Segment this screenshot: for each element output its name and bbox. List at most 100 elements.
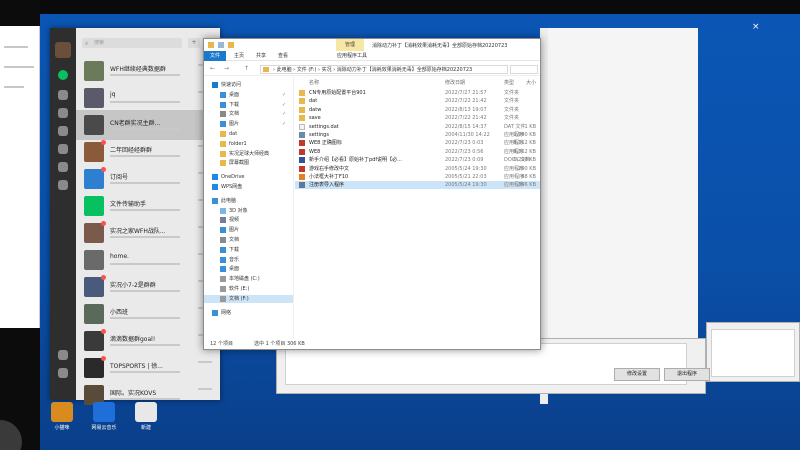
column-size[interactable]: 大小 [526, 79, 536, 86]
nav-item[interactable]: folder1 [204, 140, 293, 148]
nav-item[interactable]: 下载 [204, 246, 293, 254]
forward-button[interactable]: → [224, 65, 229, 72]
column-date[interactable]: 修改日期 [445, 79, 465, 86]
desktop-icon[interactable]: 小猫咪 [47, 402, 77, 431]
nav-item[interactable]: dat [204, 130, 293, 138]
file-icon [299, 123, 305, 130]
tab-home[interactable]: 主页 [230, 51, 248, 61]
nav-icon [220, 121, 226, 128]
search-feature-icon[interactable] [58, 180, 68, 190]
chat-list-item[interactable]: 实况小7-2是群群 [76, 272, 220, 302]
files-icon[interactable] [58, 126, 68, 136]
nav-item[interactable]: 图片 [204, 226, 293, 234]
modify-settings-button[interactable]: 修改设置 [614, 368, 660, 381]
close-icon[interactable]: × [752, 22, 760, 32]
nav-item[interactable]: OneDrive [204, 173, 293, 181]
tab-manage[interactable]: 管理 [336, 39, 364, 51]
nav-item[interactable]: WPS网盘 [204, 183, 293, 191]
file-row[interactable]: 小法框大补丁F10 2005/5/21 22:03 应用程序 88 KB [295, 173, 540, 181]
nav-item[interactable]: 音乐 [204, 256, 293, 264]
chat-list-item[interactable]: jq [76, 83, 220, 113]
nav-item-label: 文档 (F:) [229, 295, 249, 302]
file-row[interactable]: 新手介绍【必看】原始补丁pdf说明【必... 2022/7/23 0:09 DOCX… [295, 156, 540, 164]
nav-item[interactable]: 网络 [204, 309, 293, 317]
avatar[interactable] [55, 42, 71, 58]
moments-icon[interactable] [58, 144, 68, 154]
file-icon [299, 148, 305, 155]
nav-item[interactable]: 快速访问 [204, 81, 293, 89]
file-row[interactable]: 注册表导入程序 2005/5/24 19:30 应用程序 306 KB [295, 181, 540, 190]
file-row[interactable]: CN专用原始配置平台901 2022/7/27 21:57 文件夹 [295, 89, 540, 97]
file-row[interactable]: WE8 2022/7/23 0:56 应用程序 8,312 KB [295, 148, 540, 156]
chat-list-item[interactable]: 订阅号 [76, 164, 220, 194]
avatar [84, 223, 104, 243]
exit-program-button[interactable]: 退出程序 [664, 368, 710, 381]
nav-item[interactable]: 本地磁盘 (C:) [204, 275, 293, 283]
up-button[interactable]: ↑ [244, 65, 249, 72]
tab-app-tools[interactable]: 应用程序工具 [334, 51, 370, 61]
nav-item[interactable]: 下载 ✓ [204, 101, 293, 109]
channels-icon[interactable] [58, 162, 68, 172]
file-date: 2004/11/30 14:22 [445, 132, 490, 138]
chat-list-item[interactable]: 滴滴数据群goal! [76, 326, 220, 356]
file-row[interactable]: settings 2004/11/30 14:22 应用程序 1,980 KB [295, 131, 540, 139]
file-type: 文件夹 [504, 106, 520, 113]
chat-list-item[interactable]: WFH继续经典数据群 [76, 56, 220, 86]
file-name: settings.dat [309, 123, 339, 130]
chat-list-item[interactable]: 实况之家WFH战队... [76, 218, 220, 248]
nav-item[interactable]: 桌面 ✓ [204, 91, 293, 99]
file-row[interactable]: settings.dat 2022/8/15 14:37 DAT 文件 1 KB [295, 123, 540, 131]
nav-item[interactable]: 此电脑 [204, 197, 293, 205]
tab-file[interactable]: 文件 [204, 51, 226, 61]
column-name[interactable]: 名称 [309, 79, 319, 86]
folder-icon [208, 42, 214, 48]
file-row[interactable]: 游戏右手修改中文 2005/5/24 19:30 应用程序 200 KB [295, 165, 540, 173]
nav-icon [212, 309, 218, 316]
add-chat-button[interactable]: + [188, 38, 200, 48]
chat-icon[interactable] [58, 70, 68, 80]
search-input[interactable]: ⌕ 搜索 [82, 38, 182, 48]
desktop-icon[interactable]: 新建 [131, 402, 161, 431]
nav-item[interactable]: 文档 (F:) [204, 294, 293, 303]
chat-list-item[interactable]: 文件传输助手 [76, 191, 220, 221]
nav-icon [220, 266, 226, 273]
file-row[interactable]: WE8 正确图标 2022/7/23 0:03 应用程序 8,312 KB [295, 139, 540, 147]
file-size: 8,312 KB [513, 148, 536, 155]
file-row[interactable]: save 2022/7/22 21:42 文件夹 [295, 114, 540, 122]
contacts-icon[interactable] [58, 90, 68, 100]
file-row[interactable]: dat 2022/7/22 21:42 文件夹 [295, 97, 540, 105]
nav-item-label: 网络 [221, 309, 232, 316]
file-date: 2005/5/24 19:30 [445, 165, 487, 172]
nav-item[interactable]: 文档 [204, 236, 293, 244]
nav-item[interactable]: 实况足球大师经典 [204, 150, 293, 158]
nav-item[interactable]: 视频 [204, 216, 293, 224]
chat-list-item[interactable]: 二年回经经群群 [76, 137, 220, 167]
chat-preview [110, 263, 180, 265]
new-folder-icon[interactable] [228, 42, 234, 48]
properties-icon[interactable] [218, 42, 224, 48]
nav-item[interactable]: 桌面 [204, 265, 293, 273]
menu-icon[interactable] [58, 368, 68, 378]
nav-item[interactable]: 图片 ✓ [204, 120, 293, 128]
desktop-icon[interactable]: 网易云音乐 [89, 402, 119, 431]
chat-list-item[interactable]: CN老群实况主群... [76, 110, 220, 140]
back-button[interactable]: ← [210, 65, 215, 72]
avatar [84, 61, 104, 81]
nav-item[interactable]: 屏幕截图 [204, 159, 293, 167]
nav-item[interactable]: 3D 对象 [204, 207, 293, 215]
tab-view[interactable]: 查看 [274, 51, 292, 61]
chat-list-item[interactable]: home. [76, 245, 220, 275]
chat-list-item[interactable]: 小西班 [76, 299, 220, 329]
phone-icon[interactable] [58, 350, 68, 360]
search-input[interactable] [510, 65, 538, 74]
tab-share[interactable]: 共享 [252, 51, 270, 61]
file-row[interactable]: datw 2022/8/13 19:07 文件夹 [295, 106, 540, 114]
chat-list-item[interactable]: TOPSPORTS | 徐... [76, 353, 220, 383]
nav-item[interactable]: 文档 ✓ [204, 110, 293, 118]
nav-item-label: 快速访问 [221, 82, 242, 88]
address-input[interactable]: › 此电脑 › 文件 (F:) › 实况 › 消除动力补丁【消耗效果消耗无毒】全… [260, 65, 508, 74]
column-type[interactable]: 类型 [504, 79, 514, 86]
nav-item[interactable]: 软件 (E:) [204, 285, 293, 293]
favorites-icon[interactable] [58, 108, 68, 118]
file-date: 2022/7/27 21:57 [445, 90, 487, 96]
